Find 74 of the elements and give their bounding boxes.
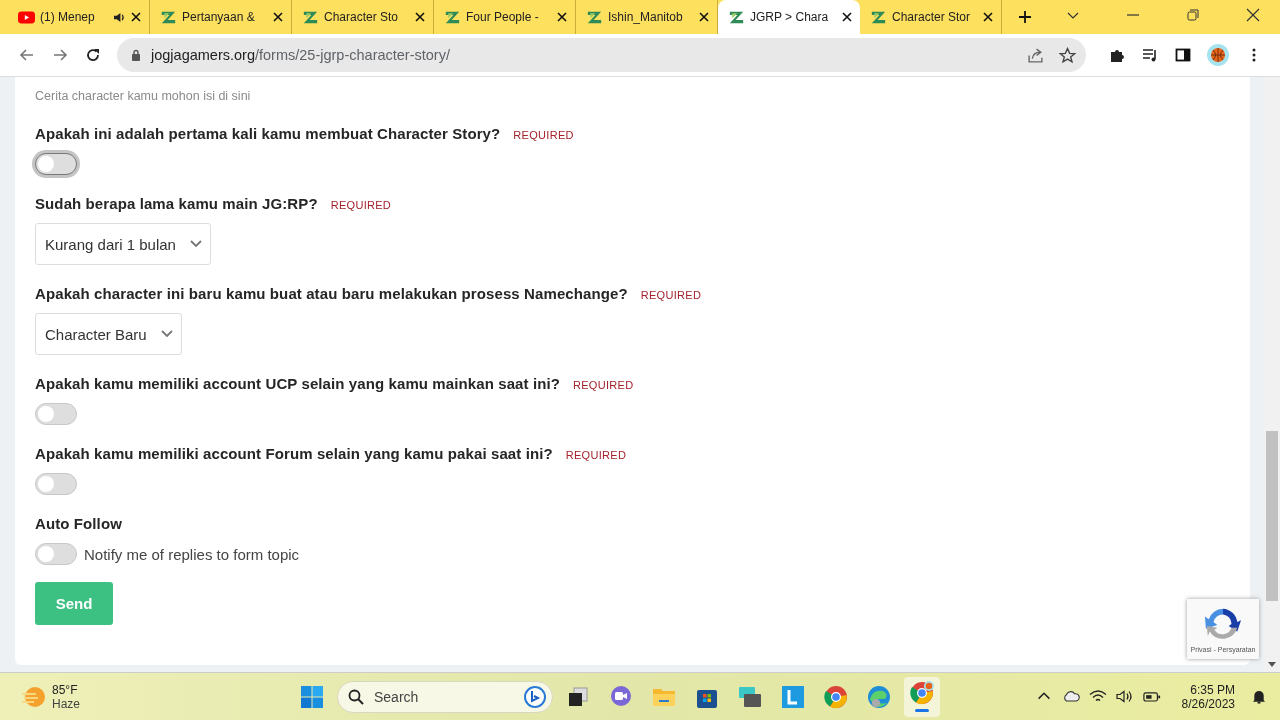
clock-time[interactable]: 6:35 PM — [1190, 682, 1235, 697]
side-panel-icon[interactable] — [1175, 47, 1191, 63]
site-logo-icon — [870, 9, 887, 25]
field-hint: Cerita character kamu mohon isi di sini — [35, 89, 252, 103]
media-queue-icon[interactable] — [1142, 47, 1158, 63]
address-bar[interactable]: jogjagamers.org/forms/25-jgrp-character-story/ — [117, 38, 1086, 72]
close-tab-icon[interactable] — [699, 12, 709, 22]
toggle-switch[interactable] — [35, 403, 77, 425]
toggle-switch[interactable] — [35, 543, 77, 565]
site-logo-icon — [160, 9, 177, 25]
close-tab-icon[interactable] — [983, 12, 993, 22]
volume-icon[interactable] — [1115, 689, 1134, 704]
required-tag: REQUIRED — [565, 449, 627, 461]
required-tag: REQUIRED — [640, 289, 702, 301]
edge-browser-icon[interactable] — [867, 684, 891, 709]
start-icon[interactable] — [300, 684, 324, 709]
browser-icon[interactable] — [824, 684, 848, 709]
active-app-button[interactable] — [904, 676, 940, 717]
close-tab-icon[interactable] — [273, 12, 283, 22]
question-label: Apakah character ini baru kamu buat atau baru melakukan prosess Namechange? — [35, 285, 628, 302]
new-tab-icon[interactable] — [1018, 10, 1032, 24]
close-tab-icon[interactable] — [842, 12, 852, 22]
chevron-down-icon — [160, 330, 173, 338]
search-icon — [348, 688, 364, 705]
profile-avatar-icon[interactable] — [1207, 44, 1229, 66]
question-label: Apakah kamu memiliki account Forum selain yang kamu pakai saat ini? — [35, 445, 553, 462]
chevron-down-icon — [189, 240, 202, 248]
restore-icon[interactable] — [1186, 8, 1200, 22]
reload-icon[interactable] — [85, 47, 101, 63]
question-label: Apakah kamu memiliki account UCP selain yang kamu mainkan saat ini? — [35, 375, 560, 392]
section-heading: Auto Follow — [35, 515, 122, 532]
letter-tile-icon[interactable] — [781, 684, 805, 709]
speaker-icon[interactable] — [113, 11, 126, 23]
required-tag: REQUIRED — [572, 379, 634, 391]
chat-bubble-icon[interactable] — [524, 685, 546, 708]
question-label: Apakah ini adalah pertama kali kamu membuat Character Story? — [35, 125, 501, 142]
keyboard-app-icon[interactable] — [738, 684, 762, 709]
dropdown-select[interactable]: Character Baru — [35, 313, 182, 355]
close-tab-icon[interactable] — [415, 12, 425, 22]
site-logo-icon — [302, 9, 319, 25]
lock-icon — [131, 49, 141, 61]
required-tag: REQUIRED — [513, 129, 574, 141]
battery-icon[interactable] — [1142, 689, 1161, 704]
close-tab-icon[interactable] — [131, 12, 141, 22]
close-icon[interactable] — [1246, 8, 1260, 22]
required-tag: REQUIRED — [330, 199, 392, 211]
back-icon[interactable] — [19, 47, 35, 63]
browser-tab[interactable]: JGRP > Chara — [718, 0, 860, 34]
forward-icon[interactable] — [52, 47, 68, 63]
toggle-label: Notify me of replies to form topic — [84, 545, 300, 563]
site-logo-icon — [728, 9, 745, 25]
url-text: jogjagamers.org/forms/25-jgrp-character-story/ — [151, 47, 450, 63]
site-logo-icon — [586, 9, 603, 25]
video-play-icon — [18, 9, 35, 25]
weather-text: Haze — [52, 696, 80, 711]
star-icon[interactable] — [1059, 46, 1076, 64]
cloud-icon[interactable] — [1061, 689, 1080, 704]
notification-bell-icon[interactable] — [1250, 689, 1268, 704]
close-tab-icon[interactable] — [557, 12, 567, 22]
browser-icon — [910, 681, 934, 705]
scroll-down-icon[interactable] — [1268, 662, 1276, 668]
share-icon[interactable] — [1027, 46, 1044, 64]
question-label: Sudah berapa lama kamu main JG:RP? — [35, 195, 318, 212]
clock-date[interactable]: 8/26/2023 — [1181, 696, 1235, 711]
taskbar-search-field[interactable]: Search — [337, 680, 553, 713]
scrollbar-thumb[interactable] — [1266, 431, 1278, 601]
task-view-icon[interactable] — [566, 684, 590, 709]
video-chat-icon[interactable] — [609, 684, 633, 709]
dropdown-select[interactable]: Kurang dari 1 bulan — [35, 223, 211, 265]
site-logo-icon — [444, 9, 461, 25]
toggle-switch[interactable] — [35, 473, 77, 495]
temperature-text: 85°F — [52, 682, 79, 697]
wifi-icon[interactable] — [1088, 689, 1107, 704]
puzzle-icon[interactable] — [1109, 47, 1125, 63]
